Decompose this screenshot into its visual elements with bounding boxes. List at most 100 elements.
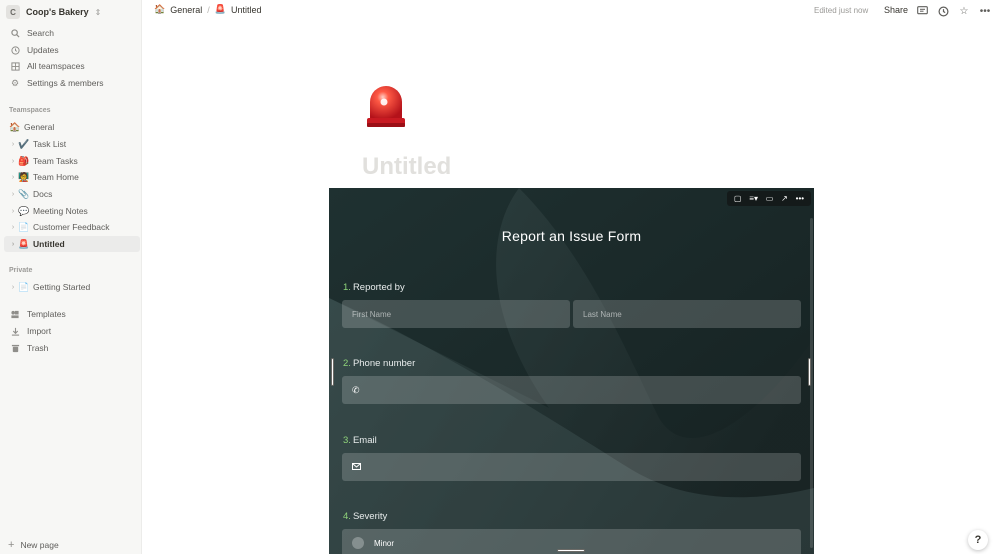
sidebar-item-trash[interactable]: Trash xyxy=(4,340,140,356)
sidebar-item-label: Meeting Notes xyxy=(33,206,88,216)
trash-icon xyxy=(8,344,22,353)
topbar: 🏠 General / 🚨 Untitled Edited just now S… xyxy=(142,0,1000,22)
phone-field[interactable]: ✆ xyxy=(342,376,801,404)
embedded-form[interactable]: ▢ ≡▾ ▭ ↗ ••• Report an Issue Form 1. Repo… xyxy=(329,188,814,554)
breadcrumb-untitled[interactable]: Untitled xyxy=(231,5,262,15)
new-page-button[interactable]: + New page xyxy=(4,539,59,551)
workspace-badge: C xyxy=(6,5,20,19)
teamspaces-section-title: Teamspaces xyxy=(9,107,51,114)
sidebar-item-label: Untitled xyxy=(33,239,65,249)
teacher-icon: 🧑‍🏫 xyxy=(18,171,30,182)
envelope-icon xyxy=(352,462,361,472)
sidebar-item-label: Trash xyxy=(27,343,49,353)
sidebar-item-getting-started[interactable]: › 📄 Getting Started xyxy=(4,279,140,295)
sidebar-item-label: General xyxy=(24,122,55,132)
speech-bubble-icon: 💬 xyxy=(18,205,30,216)
sidebar: C Coop's Bakery ⇕ Search Updates All tea… xyxy=(0,0,142,554)
phone-icon: ✆ xyxy=(352,384,360,395)
first-name-placeholder: First Name xyxy=(352,309,392,319)
sidebar-item-meeting-notes[interactable]: › 💬 Meeting Notes xyxy=(4,203,140,219)
question-number: 1. xyxy=(343,282,351,293)
resize-handle-bottom[interactable] xyxy=(557,549,585,552)
edited-status: Edited just now xyxy=(814,6,869,15)
backpack-icon: 🎒 xyxy=(18,155,30,166)
chevron-updown-icon: ⇕ xyxy=(94,7,102,17)
chevron-right-icon[interactable]: › xyxy=(8,284,18,291)
align-icon[interactable]: ≡▾ xyxy=(749,194,758,203)
sidebar-item-search[interactable]: Search xyxy=(4,25,140,41)
question-reported-by: 1. Reported by xyxy=(343,282,405,293)
sidebar-item-label: Import xyxy=(27,326,52,336)
last-name-placeholder: Last Name xyxy=(583,309,622,319)
sidebar-item-label: Updates xyxy=(27,45,59,55)
import-icon xyxy=(8,327,22,336)
breadcrumb-general[interactable]: General xyxy=(170,5,202,15)
sidebar-item-templates[interactable]: Templates xyxy=(4,306,140,322)
last-name-field[interactable]: Last Name xyxy=(573,300,801,328)
question-severity: 4. Severity xyxy=(343,511,387,522)
sidebar-item-settings[interactable]: ⚙ Settings & members xyxy=(4,75,140,91)
siren-icon: 🚨 xyxy=(18,238,30,249)
resize-handle-right[interactable] xyxy=(808,358,811,386)
chevron-right-icon[interactable]: › xyxy=(8,224,18,231)
embed-toolbar: ▢ ≡▾ ▭ ↗ ••• xyxy=(727,191,811,206)
question-number: 2. xyxy=(343,358,351,369)
sidebar-item-label: Getting Started xyxy=(33,282,91,292)
sidebar-item-untitled[interactable]: › 🚨 Untitled xyxy=(4,236,140,252)
form-title: Report an Issue Form xyxy=(501,228,642,244)
help-button[interactable]: ? xyxy=(968,530,988,550)
sidebar-item-updates[interactable]: Updates xyxy=(4,42,140,58)
question-label: Severity xyxy=(352,511,388,522)
chevron-right-icon[interactable]: › xyxy=(8,141,18,148)
more-icon[interactable]: ••• xyxy=(978,4,992,18)
resize-handle-left[interactable] xyxy=(331,358,334,386)
workspace-switcher[interactable]: C Coop's Bakery ⇕ xyxy=(6,4,101,20)
sidebar-item-general[interactable]: 🏠 General xyxy=(4,119,140,135)
page-icon[interactable] xyxy=(364,82,408,130)
chevron-right-icon[interactable]: › xyxy=(8,208,18,215)
sidebar-item-label: Templates xyxy=(27,309,66,319)
share-button[interactable]: Share xyxy=(884,5,908,15)
sidebar-item-all-teamspaces[interactable]: All teamspaces xyxy=(4,58,140,74)
sidebar-item-team-home[interactable]: › 🧑‍🏫 Team Home xyxy=(4,169,140,185)
question-label: Phone number xyxy=(352,358,416,369)
sidebar-item-label: Task List xyxy=(33,139,67,149)
chevron-right-icon[interactable]: › xyxy=(8,241,18,248)
templates-icon xyxy=(8,310,22,319)
clock-icon xyxy=(8,45,22,55)
radio-button[interactable] xyxy=(352,537,364,549)
history-icon[interactable] xyxy=(936,4,950,18)
workspace-name: Coop's Bakery xyxy=(26,7,89,17)
grid-icon xyxy=(8,61,22,71)
sidebar-item-customer-feedback[interactable]: › 📄 Customer Feedback xyxy=(4,219,140,235)
house-icon: 🏠 xyxy=(9,121,21,132)
sidebar-item-task-list[interactable]: › ✔️ Task List xyxy=(4,136,140,152)
open-external-icon[interactable]: ↗ xyxy=(781,194,788,203)
sidebar-item-team-tasks[interactable]: › 🎒 Team Tasks xyxy=(4,153,140,169)
sidebar-item-label: Settings & members xyxy=(27,78,104,88)
gear-icon: ⚙ xyxy=(10,77,20,88)
house-icon: 🏠 xyxy=(154,4,166,14)
caption-icon[interactable]: ▭ xyxy=(766,194,774,203)
email-field[interactable] xyxy=(342,453,801,481)
question-label: Email xyxy=(352,435,377,446)
comment-icon[interactable] xyxy=(915,4,929,18)
severity-option-label: Minor xyxy=(374,538,395,548)
chevron-right-icon[interactable]: › xyxy=(8,158,18,165)
chevron-right-icon[interactable]: › xyxy=(8,174,18,181)
chevron-right-icon[interactable]: › xyxy=(8,191,18,198)
question-number: 3. xyxy=(343,435,351,446)
question-number: 4. xyxy=(343,511,351,522)
sidebar-item-label: Customer Feedback xyxy=(33,222,110,232)
siren-icon: 🚨 xyxy=(214,4,226,14)
more-icon[interactable]: ••• xyxy=(796,194,804,203)
sidebar-item-label: Team Tasks xyxy=(33,156,78,166)
page-title[interactable]: Untitled xyxy=(362,153,451,181)
first-name-field[interactable]: First Name xyxy=(342,300,570,328)
sidebar-item-import[interactable]: Import xyxy=(4,323,140,339)
sidebar-item-docs[interactable]: › 📎 Docs xyxy=(4,186,140,202)
question-email: 3. Email xyxy=(343,435,377,446)
star-icon[interactable]: ☆ xyxy=(957,4,971,18)
document-icon: 📄 xyxy=(18,221,30,232)
comment-icon[interactable]: ▢ xyxy=(734,194,742,203)
